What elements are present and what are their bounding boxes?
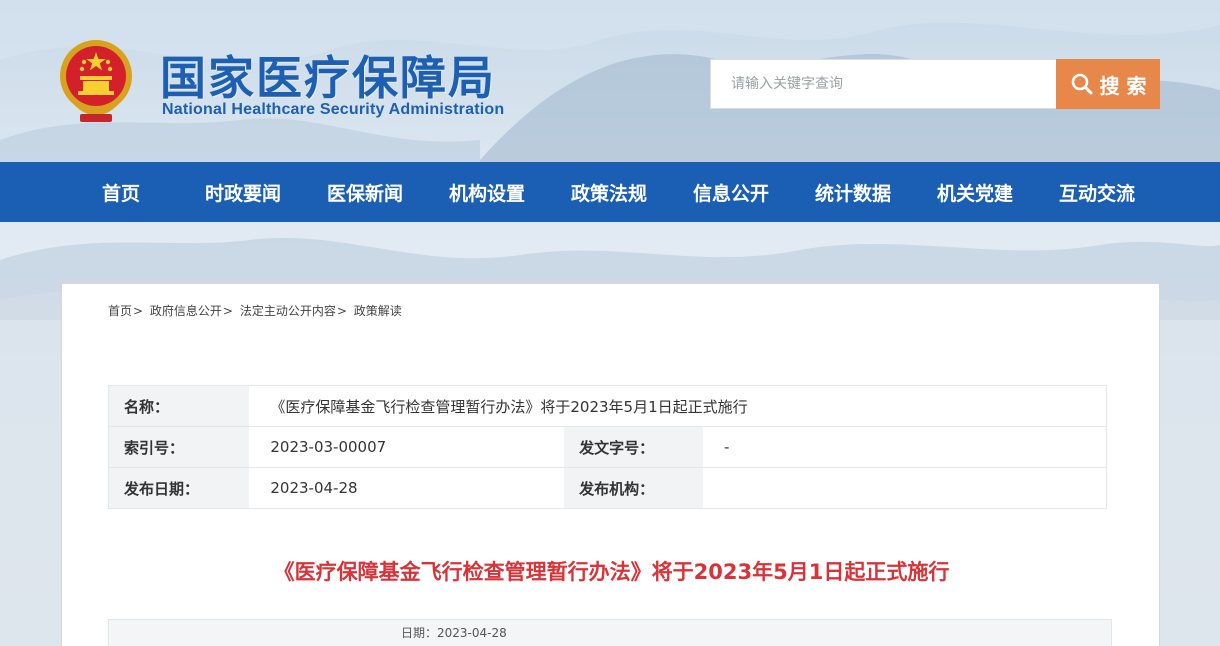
publish-date-label: 发布日期： [108,467,250,509]
search-box [710,59,1057,109]
table-row: 索引号： 2023-03-00007 发文字号： - [108,426,1107,468]
site-title-chinese[interactable]: 国家医疗保障局 [160,42,496,108]
site-title-english[interactable]: National Healthcare Security Administrat… [162,101,504,119]
main-nav: 首页 时政要闻 医保新闻 机构设置 政策法规 信息公开 统计数据 机关党建 互动… [0,162,1220,222]
table-row: 名称： 《医疗保障基金飞行检查管理暂行办法》将于2023年5月1日起正式施行 [108,385,1107,427]
breadcrumb-separator: > [133,304,144,318]
publish-date-value: 2023-04-28 [249,467,565,509]
name-value: 《医疗保障基金飞行检查管理暂行办法》将于2023年5月1日起正式施行 [249,385,1107,427]
breadcrumb-separator: > [222,304,233,318]
breadcrumb: 首页> 政府信息公开> 法定主动公开内容> 政策解读 [108,302,402,319]
breadcrumb-home[interactable]: 首页 [108,304,132,318]
nav-item-healthcare-news[interactable]: 医保新闻 [304,162,426,222]
nav-item-news[interactable]: 时政要闻 [182,162,304,222]
nav-item-policy[interactable]: 政策法规 [548,162,670,222]
nav-item-party-building[interactable]: 机关党建 [914,162,1036,222]
article-title: 《医疗保障基金飞行检查管理暂行办法》将于2023年5月1日起正式施行 [273,560,950,584]
breadcrumb-gov-info[interactable]: 政府信息公开 [150,304,222,318]
breadcrumb-mandatory-disclosure[interactable]: 法定主动公开内容 [240,304,336,318]
index-value: 2023-03-00007 [249,426,565,468]
publisher-value [703,467,1107,509]
publisher-label: 发布机构： [564,467,704,509]
national-emblem-icon[interactable] [58,38,134,126]
nav-item-statistics[interactable]: 统计数据 [792,162,914,222]
nav-item-info-disclosure[interactable]: 信息公开 [670,162,792,222]
doc-number-label: 发文字号： [564,426,704,468]
index-label: 索引号： [108,426,250,468]
nav-item-interaction[interactable]: 互动交流 [1036,162,1158,222]
content-panel: 首页> 政府信息公开> 法定主动公开内容> 政策解读 名称： 《医疗保障基金飞行… [61,283,1160,646]
table-row: 发布日期： 2023-04-28 发布机构： [108,467,1107,509]
doc-number-value: - [703,426,1107,468]
site-header: 国家医疗保障局 National Healthcare Security Adm… [0,0,1220,162]
magnifier-icon [1071,73,1093,95]
search-button[interactable]: 搜 索 [1056,59,1160,109]
breadcrumb-policy-interpretation[interactable]: 政策解读 [354,304,402,318]
search-input[interactable] [731,60,1036,108]
breadcrumb-separator: > [336,304,347,318]
nav-item-home[interactable]: 首页 [60,162,182,222]
nav-item-organization[interactable]: 机构设置 [426,162,548,222]
search-button-label: 搜 索 [1099,73,1147,98]
name-label: 名称： [108,385,250,427]
article-date: 日期：2023-04-28 [108,619,1112,646]
document-info-table: 名称： 《医疗保障基金飞行检查管理暂行办法》将于2023年5月1日起正式施行 索… [108,385,1107,509]
